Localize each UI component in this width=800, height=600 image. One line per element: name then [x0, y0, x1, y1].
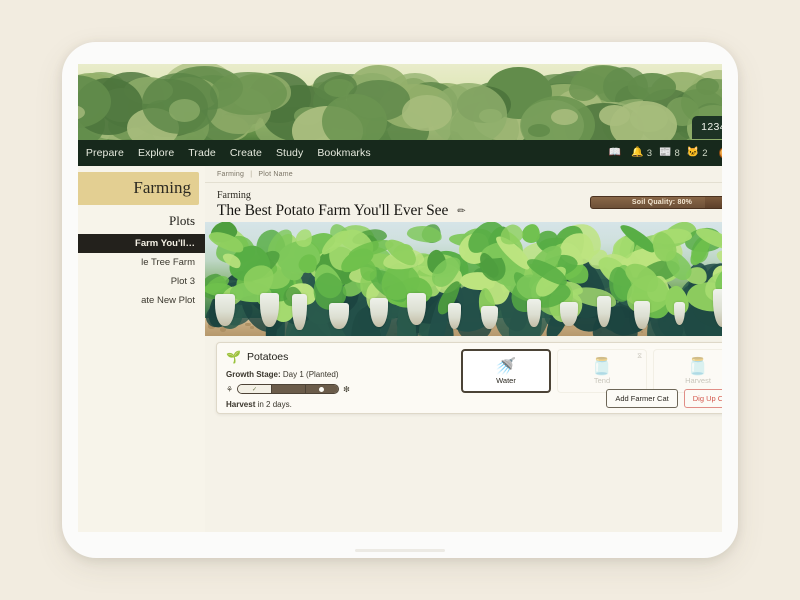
- currency-display[interactable]: 145,: [718, 147, 722, 159]
- navbar-links: tory Prepare Explore Trade Create Study …: [78, 147, 609, 159]
- stat-bell[interactable]: 🔔 3: [631, 148, 652, 159]
- soil-quality-area: Soil Quality: 80% ?: [590, 196, 722, 209]
- jar-icon-tend: 🫙: [591, 356, 613, 376]
- sidebar-brand: Farming: [78, 172, 199, 205]
- stat-cat[interactable]: 🐱 2: [687, 148, 708, 159]
- nav-item-trade[interactable]: Trade: [188, 147, 216, 159]
- watering-can-icon: 🚿: [495, 356, 517, 376]
- sidebar-item-apple-tree-farm[interactable]: le Tree Farm: [78, 253, 205, 272]
- card-button-row: Add Farmer Cat Dig Up Crop: [606, 389, 722, 408]
- canopy-blob: [168, 99, 200, 122]
- sidebar: Farming Plots Farm You'll… le Tree Farm …: [78, 166, 205, 532]
- canopy-blob: [210, 71, 287, 116]
- growth-stage-label: Growth Stage:: [226, 370, 281, 379]
- action-card-group: 🚿 Water ⧖ 🫙 Tend ⧖ 🫙 Harv: [461, 349, 722, 393]
- content-region: Farming Plots Farm You'll… le Tree Farm …: [78, 166, 722, 532]
- add-farmer-cat-button[interactable]: Add Farmer Cat: [606, 389, 678, 408]
- cat-count: 2: [702, 147, 708, 159]
- growth-stage-value: Day 1 (Planted): [282, 370, 339, 379]
- crop-name: Potatoes: [246, 351, 289, 363]
- soil-clod: [640, 330, 644, 333]
- sidebar-item-potato-farm[interactable]: Farm You'll…: [78, 234, 205, 253]
- nav-item-create[interactable]: Create: [230, 147, 262, 159]
- action-card-water[interactable]: 🚿 Water: [461, 349, 551, 393]
- soil-quality-label: Soil Quality: 80%: [631, 199, 693, 206]
- progress-knob: [319, 386, 325, 392]
- crop-illustration: [205, 222, 722, 336]
- nav-item-bookmarks[interactable]: Bookmarks: [317, 147, 370, 159]
- potato-root: [560, 301, 578, 326]
- dig-up-crop-button[interactable]: Dig Up Crop: [683, 389, 722, 408]
- main-panel: Farming | Plot Name Farming The Best Pot…: [205, 166, 722, 532]
- canopy-blob: [628, 72, 676, 101]
- potato-root: [259, 293, 279, 327]
- canopy-blob: [402, 95, 452, 132]
- edit-pencil-icon[interactable]: ✏: [457, 206, 465, 217]
- numeric-tooltip: 12345678: [692, 116, 722, 139]
- harvest-value: in 2 days.: [257, 400, 292, 409]
- canopy-blob: [527, 124, 551, 137]
- potato-root: [291, 293, 307, 330]
- sprout-icon: 🌱: [226, 350, 241, 364]
- jar-icon-harvest: 🫙: [687, 356, 709, 376]
- action-label-tend: Tend: [593, 375, 611, 385]
- breadcrumb-item-plot-name[interactable]: Plot Name: [258, 171, 292, 178]
- tablet-device: 12345678 tory Prepare Explore Trade Crea…: [62, 42, 738, 558]
- progress-segment-3: [305, 385, 339, 393]
- page-title: The Best Potato Farm You'll Ever See: [217, 202, 449, 219]
- hourglass-icon-tend: ⧖: [637, 353, 642, 360]
- breadcrumb-item-farming[interactable]: Farming: [217, 171, 244, 178]
- book-icon: 📖: [608, 147, 622, 158]
- progress-segment-2: [271, 385, 306, 393]
- top-navbar: tory Prepare Explore Trade Create Study …: [78, 140, 722, 166]
- canopy-blob: [321, 94, 387, 140]
- cat-icon: 🐱: [686, 147, 700, 158]
- harvest-label: Harvest: [226, 400, 256, 409]
- soil-quality-bar: Soil Quality: 80%: [590, 196, 722, 209]
- bell-icon: 🔔: [631, 147, 644, 158]
- coin-icon: [718, 147, 722, 159]
- growth-progress-bar[interactable]: ✓: [237, 384, 340, 394]
- sidebar-item-plot-3[interactable]: Plot 3: [78, 272, 205, 291]
- nav-item-explore[interactable]: Explore: [138, 147, 174, 159]
- nav-item-prepare[interactable]: Prepare: [86, 147, 124, 159]
- home-indicator: [355, 549, 445, 552]
- action-card-harvest[interactable]: ⧖ 🫙 Harvest: [653, 349, 722, 393]
- stat-mail[interactable]: 📰 8: [659, 148, 680, 159]
- soil-clod: [245, 322, 251, 327]
- action-label-harvest: Harvest: [685, 375, 711, 385]
- progress-segment-1: ✓: [238, 385, 272, 393]
- crop-info-card: 🌱 Potatoes Growth Stage: Day 1 (Planted)…: [216, 342, 722, 414]
- sidebar-item-create-new-plot[interactable]: ate New Plot: [78, 291, 205, 310]
- action-card-tend[interactable]: ⧖ 🫙 Tend: [557, 349, 647, 393]
- tablet-screen: 12345678 tory Prepare Explore Trade Crea…: [78, 64, 722, 532]
- stat-book[interactable]: 📖: [609, 148, 624, 158]
- mail-count: 8: [674, 147, 680, 159]
- sidebar-section-plots: Plots: [168, 213, 195, 228]
- mail-icon: 📰: [659, 147, 672, 158]
- app-screen: 12345678 tory Prepare Explore Trade Crea…: [78, 64, 722, 532]
- bloom-icon: ❇: [343, 384, 350, 394]
- breadcrumb-separator: |: [250, 171, 253, 178]
- action-label-water: Water: [496, 375, 516, 385]
- bell-count: 3: [646, 147, 653, 159]
- breadcrumb: Farming | Plot Name: [205, 166, 722, 183]
- nav-item-study[interactable]: Study: [276, 147, 303, 159]
- navbar-status-area: 📖 🔔 3 📰 8 🐱 2: [609, 147, 722, 159]
- hero-forest-banner: [78, 64, 722, 140]
- seed-icon: ⚘: [226, 384, 234, 394]
